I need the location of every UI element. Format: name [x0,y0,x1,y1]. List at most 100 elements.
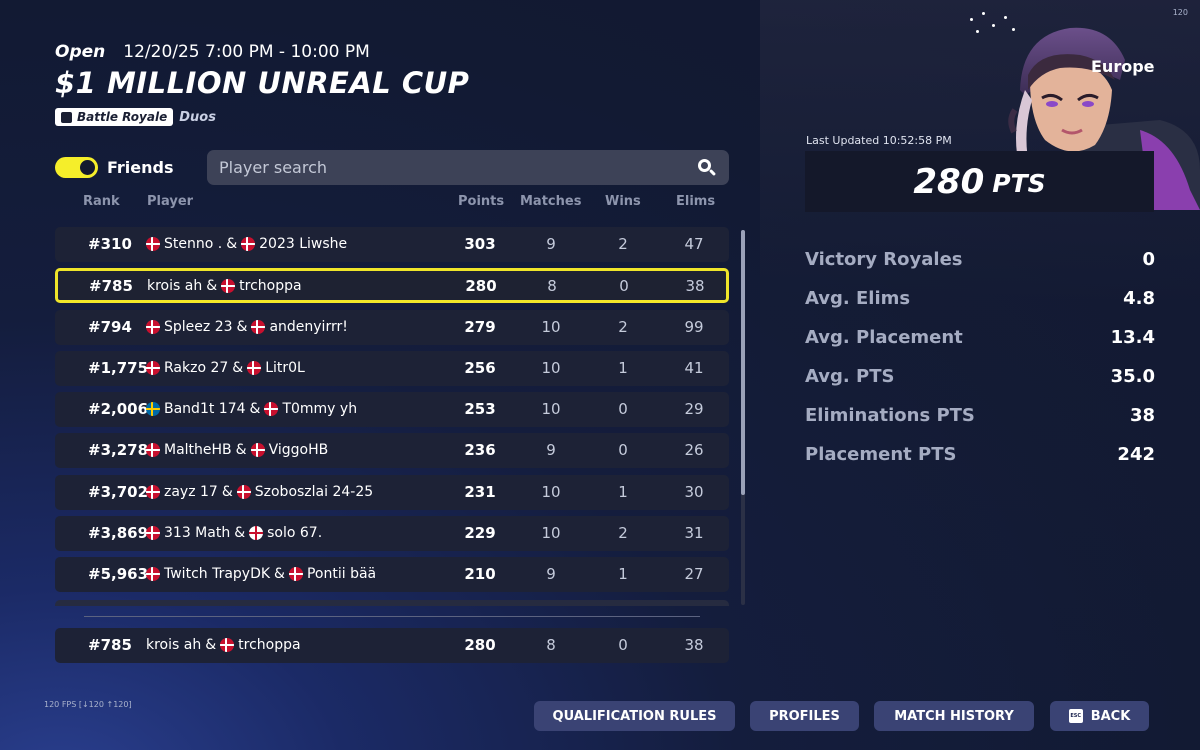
friends-toggle[interactable] [55,157,98,178]
row-elims: 38 [684,636,704,654]
row-matches: 9 [546,441,556,460]
leaderboard-row[interactable]: #794 Spleez 23 & andenyirrr! 279 10 2 99 [55,309,729,345]
flag-icon [236,484,251,499]
team-size-label: Duos [179,109,216,125]
row-matches: 10 [541,358,561,377]
profiles-button[interactable]: PROFILES [750,701,859,731]
row-elims: 30 [684,482,704,501]
stat-value: 35.0 [1110,366,1155,387]
qualification-rules-label: QUALIFICATION RULES [552,708,717,724]
row-players: krois ah & trchoppa [147,278,302,294]
leaderboard-row[interactable]: #2,006 Band1t 174 & T0mmy yh 253 10 0 29 [55,392,729,428]
leaderboard-row[interactable]: #3,869 313 Math & solo 67. 229 10 2 31 [55,516,729,552]
leaderboard-row[interactable]: #310 Stenno . & 2023 Liwshe 303 9 2 47 [55,227,729,262]
player-two-name: andenyirrr! [269,318,348,335]
row-rank: #5,963 [88,565,149,584]
column-rank: Rank [83,194,120,209]
leaderboard-row[interactable]: #3,702 zayz 17 & Szoboszlai 24-25 231 10… [55,474,729,510]
row-elims: 38 [685,277,705,296]
row-players: MaltheHB & ViggoHB [146,442,328,458]
player-one-name: Spleez 23 [164,318,233,335]
row-matches: 9 [546,565,556,584]
stat-label: Avg. Placement [805,327,963,348]
flag-icon [241,237,256,251]
leaderboard-row[interactable]: #3,278 MaltheHB & ViggoHB 236 9 0 26 [55,433,729,469]
event-header: Open 12/20/25 7:00 PM - 10:00 PM $1 MILL… [55,42,469,126]
row-points: 280 [465,277,497,296]
leaderboard-list[interactable]: #310 Stenno . & 2023 Liwshe 303 9 2 47 #… [55,227,729,599]
leaderboard-row-current-player[interactable]: #785 krois ah & trchoppa 280 8 0 38 [55,268,729,304]
player-one-name: zayz 17 [164,483,218,500]
event-status-line: Open 12/20/25 7:00 PM - 10:00 PM [55,42,469,62]
player-two-name: Szoboszlai 24-25 [254,483,374,500]
row-wins: 0 [619,277,629,296]
player-one-name: 313 Math [164,525,231,542]
back-button[interactable]: ESC BACK [1050,701,1149,731]
row-rank: #794 [88,317,132,336]
column-matches: Matches [520,194,582,209]
flag-icon [251,319,266,334]
flag-icon [146,526,160,541]
row-wins: 2 [618,317,628,336]
fps-counter-bottom: 120 FPS [↓120 ↑120] [44,700,132,709]
row-rank: #3,278 [88,441,149,460]
player-stats: Victory Royales 0 Avg. Elims 4.8 Avg. Pl… [805,240,1155,474]
leaderboard-scrollbar[interactable] [741,230,745,605]
stat-avg-elims: Avg. Elims 4.8 [805,279,1155,318]
event-status: Open [55,42,106,62]
row-players: Band1t 174 & T0mmy yh [146,401,357,417]
flag-icon [249,526,264,541]
row-players: 313 Math & solo 67. [146,525,322,541]
player-two-name: Pontii bää [306,566,377,583]
player-one-name: Band1t 174 [164,401,246,418]
separator: & [234,525,246,542]
qualification-rules-button[interactable]: QUALIFICATION RULES [534,701,735,731]
row-matches: 10 [541,524,561,543]
match-history-label: MATCH HISTORY [894,708,1014,724]
stat-label: Avg. Elims [805,288,911,309]
row-wins: 2 [618,524,628,543]
stat-label: Avg. PTS [805,366,895,387]
back-label: BACK [1090,708,1131,724]
toggle-knob [80,160,95,175]
esc-key-icon: ESC [1068,709,1083,723]
stat-placement-pts: Placement PTS 242 [805,435,1155,474]
last-updated: Last Updated 10:52:58 PM [806,134,952,147]
stat-value: 13.4 [1110,327,1155,348]
pinned-divider [84,616,700,617]
row-points: 303 [464,235,496,253]
player-one-name: krois ah [147,278,203,295]
friends-filter[interactable]: Friends [55,157,174,178]
row-matches: 8 [547,277,557,296]
stat-value: 242 [1117,444,1155,465]
stat-victory-royales: Victory Royales 0 [805,240,1155,279]
stat-eliminations-pts: Eliminations PTS 38 [805,396,1155,435]
search-icon[interactable] [697,158,717,178]
row-points: 229 [464,524,496,543]
money-bag-icon [61,111,72,123]
row-wins: 1 [618,565,628,584]
player-two-name: ViggoHB [268,442,329,459]
event-time: 12/20/25 7:00 PM - 10:00 PM [123,42,370,62]
leaderboard-row[interactable]: #5,963 Twitch TrapyDK & Pontii bää 210 9… [55,557,729,593]
stat-avg-pts: Avg. PTS 35.0 [805,357,1155,396]
stat-value: 38 [1129,405,1155,426]
flag-icon [146,484,160,499]
scrollbar-thumb[interactable] [741,230,745,495]
total-points-value: 280 [913,161,985,202]
stat-label: Victory Royales [805,249,963,270]
column-player: Player [147,194,194,209]
player-one-name: Stenno . [164,236,223,252]
flag-icon [146,567,160,582]
row-elims: 27 [684,565,704,584]
row-elims: 41 [684,358,704,377]
player-search-input[interactable]: Player search [207,150,729,185]
row-matches: 8 [546,636,556,654]
player-one-name: Twitch TrapyDK [164,566,271,583]
leaderboard-column-headers: Rank Player Points Matches Wins Elims [55,194,729,214]
flag-icon [146,402,160,417]
stat-label: Placement PTS [805,444,957,465]
match-history-button[interactable]: MATCH HISTORY [874,701,1034,731]
leaderboard-row[interactable]: #1,775 Rakzo 27 & Litr0L 256 10 1 41 [55,350,729,386]
pinned-player-row[interactable]: #785 krois ah & trchoppa 280 8 0 38 [55,628,729,663]
